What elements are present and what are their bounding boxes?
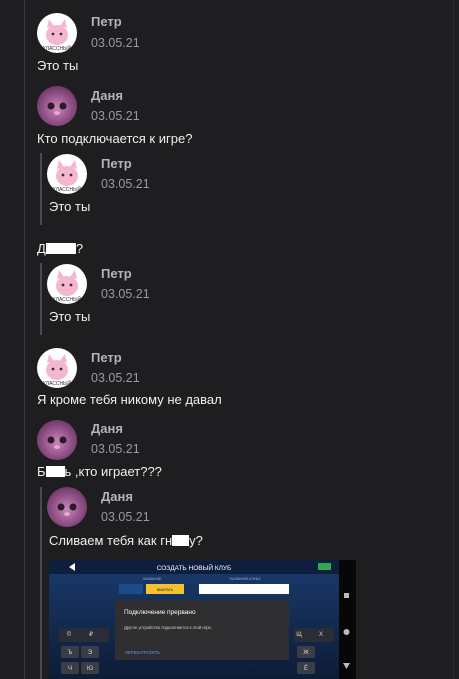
author-name[interactable]: Даня (91, 421, 123, 436)
svg-text:©: © (67, 631, 72, 638)
pink-cat-icon: КЛАССНЫЙ (43, 354, 72, 387)
svg-text:₽: ₽ (89, 631, 93, 638)
quote-date: 03.05.21 (101, 287, 150, 301)
quote-author[interactable]: Петр (101, 156, 132, 171)
redaction-block (45, 466, 65, 477)
quote-text: Это ты (49, 199, 91, 214)
quote-avatar-danya[interactable] (47, 487, 87, 527)
redaction-block (45, 243, 76, 254)
avatar-petr[interactable]: КЛАССНЫЙ (37, 348, 77, 388)
avatar-danya[interactable] (37, 86, 77, 126)
screenshot-label-club: НАЗВАНИЕ КЛУБА (230, 577, 262, 581)
svg-text:Ж: Ж (303, 650, 309, 656)
avatar-petr[interactable]: КЛАССНЫЙ (37, 13, 77, 53)
svg-text:Э: Э (88, 650, 93, 656)
message-text-prefix: Д (37, 241, 46, 256)
svg-text:Ъ: Ъ (68, 650, 73, 656)
svg-text:Ё: Ё (304, 665, 308, 672)
quote-date: 03.05.21 (101, 510, 150, 524)
svg-text:КЛАССНЫЙ: КЛАССНЫЙ (43, 44, 72, 52)
message-text-suffix: ь ,кто играет??? (64, 464, 162, 479)
attached-screenshot[interactable]: СОЗДАТЬ НОВЫЙ КЛУБ НАЗВАНИЕ НАЗВАНИЕ КЛУ… (49, 560, 356, 679)
purple-cat-icon (57, 503, 77, 516)
message-text: Д? (37, 241, 83, 256)
message-text: Кто подключается к игре? (37, 131, 193, 146)
message-date: 03.05.21 (91, 109, 140, 123)
screenshot-label-name: НАЗВАНИЕ (143, 577, 163, 581)
message-date: 03.05.21 (91, 36, 140, 50)
scroll-rail (453, 0, 454, 679)
nav-home-icon (343, 629, 350, 635)
message-date: 03.05.21 (91, 371, 140, 385)
redaction-block (172, 535, 190, 546)
message-text-prefix: Б (37, 464, 46, 479)
quote-author[interactable]: Даня (101, 489, 133, 504)
message-text: Бь ,кто играет??? (37, 464, 162, 479)
avatar-danya[interactable] (37, 420, 77, 460)
svg-text:Щ: Щ (296, 632, 302, 638)
quote-text: Это ты (49, 309, 91, 324)
quote-text-prefix: Сливаем тебя как гн (49, 533, 173, 548)
quote-bar (40, 487, 42, 679)
quote-author[interactable]: Петр (101, 266, 132, 281)
screenshot-header: СОЗДАТЬ НОВЫЙ КЛУБ (157, 563, 232, 572)
message-date: 03.05.21 (91, 442, 140, 456)
game-screenshot: СОЗДАТЬ НОВЫЙ КЛУБ НАЗВАНИЕ НАЗВАНИЕ КЛУ… (49, 560, 356, 679)
quote-bar (40, 153, 42, 225)
svg-text:Ч: Ч (68, 666, 72, 672)
svg-text:КЛАССНЫЙ: КЛАССНЫЙ (53, 295, 82, 303)
author-name[interactable]: Даня (91, 88, 123, 103)
screenshot-icon-slot (119, 584, 143, 594)
message-text-suffix: ? (75, 241, 84, 256)
thread-rail (24, 0, 25, 679)
nav-square-icon (344, 593, 349, 598)
screenshot-name-field (199, 584, 289, 594)
screenshot-dialog-button: ПЕРЕЗАГРУЗИТЬ (125, 650, 160, 655)
author-name[interactable]: Петр (91, 350, 122, 365)
screenshot-dialog-title: Подключение прервано (124, 609, 196, 616)
svg-text:КЛАССНЫЙ: КЛАССНЫЙ (53, 185, 82, 193)
quote-avatar-petr[interactable]: КЛАССНЫЙ (47, 264, 87, 304)
message-text: Это ты (37, 58, 79, 73)
quote-avatar-petr[interactable]: КЛАССНЫЙ (47, 154, 87, 194)
quote-text: Сливаем тебя как гн у? (49, 533, 203, 548)
quote-bar (40, 263, 42, 335)
message-text: Я кроме тебя никому не давал (37, 392, 222, 407)
purple-cat-icon (47, 436, 67, 449)
svg-text:Х: Х (319, 632, 323, 638)
pink-cat-icon: КЛАССНЫЙ (53, 270, 82, 303)
svg-text:Ю: Ю (87, 666, 93, 672)
pink-cat-icon: КЛАССНЫЙ (43, 19, 72, 52)
svg-text:КЛАССНЫЙ: КЛАССНЫЙ (43, 379, 72, 387)
purple-cat-icon (47, 102, 67, 115)
quote-date: 03.05.21 (101, 177, 150, 191)
quote-text-suffix: у? (189, 533, 203, 548)
pink-cat-icon: КЛАССНЫЙ (53, 160, 82, 193)
screenshot-dialog-body: Другое устройство подключается к этой иг… (124, 625, 212, 630)
svg-text:ВЫБРАТЬ: ВЫБРАТЬ (157, 588, 174, 592)
author-name[interactable]: Петр (91, 14, 122, 29)
